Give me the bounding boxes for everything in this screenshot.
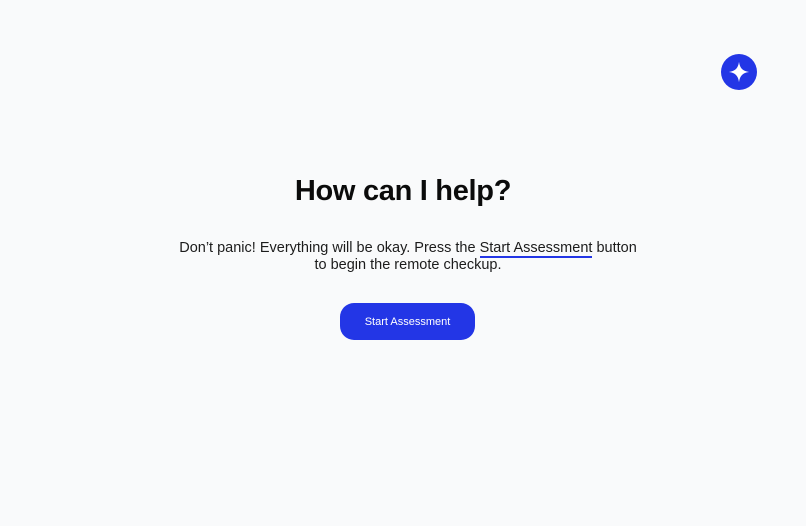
- page-title: How can I help?: [294, 175, 512, 207]
- start-assessment-button[interactable]: Start Assessment: [340, 303, 475, 340]
- instruction-text-before: Don’t panic! Everything will be okay. Pr…: [179, 240, 480, 256]
- instruction-text: Don’t panic! Everything will be okay. Pr…: [175, 240, 641, 274]
- sparkle-icon: [728, 61, 750, 83]
- page: How can I help? Don’t panic! Everything …: [0, 0, 806, 526]
- assistant-sparkle-icon[interactable]: [721, 54, 757, 90]
- start-assessment-link[interactable]: Start Assessment: [479, 240, 593, 258]
